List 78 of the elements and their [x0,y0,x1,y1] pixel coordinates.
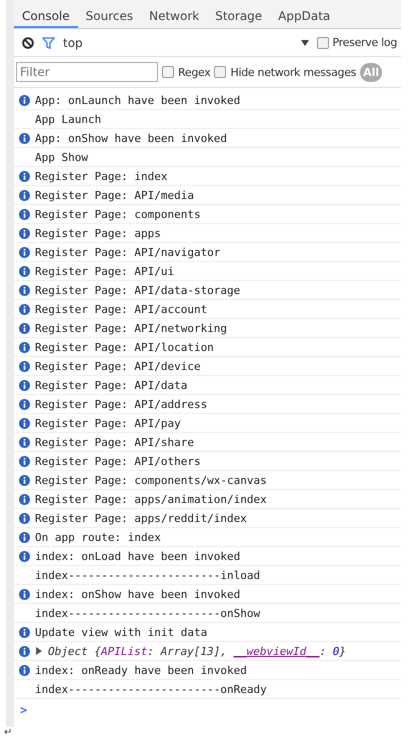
context-select[interactable]: top [63,36,293,50]
log-message: Register Page: API/pay [35,416,181,430]
info-icon [19,266,30,276]
log-message: Register Page: API/device [35,360,201,372]
log-message: App Launch [35,112,102,126]
info-icon [19,360,30,372]
info-icon [19,284,30,296]
log-message: index-----------------------inload [35,568,260,582]
expand-triangle-icon[interactable] [35,647,43,655]
return-mark: ↵ [3,727,14,738]
info-icon [19,646,30,656]
log-message: Register Page: API/location [35,340,214,354]
info-icon [19,132,30,144]
log-message: index: onShow have been invoked [35,588,240,600]
log-message: Register Page: API/media [35,188,194,202]
checkbox-label: Regex [178,66,210,78]
info-icon [19,532,30,542]
log-message: index: onLoad have been invoked [35,550,240,562]
object-preview[interactable]: Object {APIList: Array[13], __webviewId__: 0} [48,644,346,658]
panel-tab[interactable]: Storage [207,5,270,28]
info-icon [19,380,30,390]
info-icon [19,228,30,238]
dropdown-caret-icon[interactable] [300,40,309,46]
log-message: index-----------------------onShow [35,606,260,620]
info-icon [19,94,30,106]
checkbox[interactable] [162,66,174,78]
panel-tab[interactable]: AppData [270,5,338,28]
log-message: Register Page: API/address [35,398,208,410]
info-icon [19,246,30,258]
log-message: Register Page: API/share [35,436,194,448]
info-icon [19,190,30,200]
log-message: Register Page: API/data-storage [35,284,240,296]
checkbox[interactable] [316,36,329,48]
filter-field[interactable]: Filter [16,62,158,82]
log-message: Register Page: API/networking [35,322,228,334]
clear-icon[interactable] [22,36,34,48]
info-icon [19,398,30,410]
info-icon [19,418,30,428]
checkbox-label: Hide network messages [230,66,356,78]
log-message: Register Page: API/navigator [35,246,220,258]
log-message: Register Page: API/ui [35,264,174,278]
log-message: Register Page: API/others [35,454,201,468]
info-icon [19,436,30,448]
log-message: Update view with init data [35,626,208,638]
panel-tab[interactable]: Console [14,5,78,28]
log-message: Register Page: index [35,170,168,182]
info-icon [19,304,30,314]
info-icon [19,494,30,504]
info-icon [19,664,30,676]
filter-icon[interactable] [42,36,55,48]
checkbox-label: Preserve log [332,36,397,49]
info-icon [19,342,30,352]
log-message: index-----------------------onReady [35,682,267,696]
log-message: Register Page: apps/animation/index [35,492,267,506]
checkbox[interactable] [214,66,226,78]
info-icon [19,322,30,334]
info-icon [19,588,30,600]
log-message: App: onShow have been invoked [35,132,228,144]
log-message: Register Page: apps/reddit/index [35,512,247,524]
log-message: Register Page: apps [35,226,161,240]
log-message: Register Page: API/account [35,302,208,316]
info-icon [19,550,30,562]
log-message: App Show [35,150,88,164]
panel-tab[interactable]: Network [141,5,208,28]
info-icon [19,474,30,486]
log-message: App: onLaunch have been invoked [35,94,240,106]
info-icon [19,170,30,182]
info-icon [19,512,30,524]
log-message: On app route: index [35,530,161,544]
info-icon [19,208,30,220]
log-message: Register Page: components [35,208,201,220]
log-message: Register Page: API/data [35,378,188,392]
log-message: index: onReady have been invoked [35,664,247,676]
info-icon [19,626,30,638]
panel-tab[interactable]: Sources [78,5,142,28]
log-message: Register Page: components/wx-canvas [35,474,267,486]
console-prompt[interactable]: > [14,699,401,717]
info-icon [19,456,30,466]
